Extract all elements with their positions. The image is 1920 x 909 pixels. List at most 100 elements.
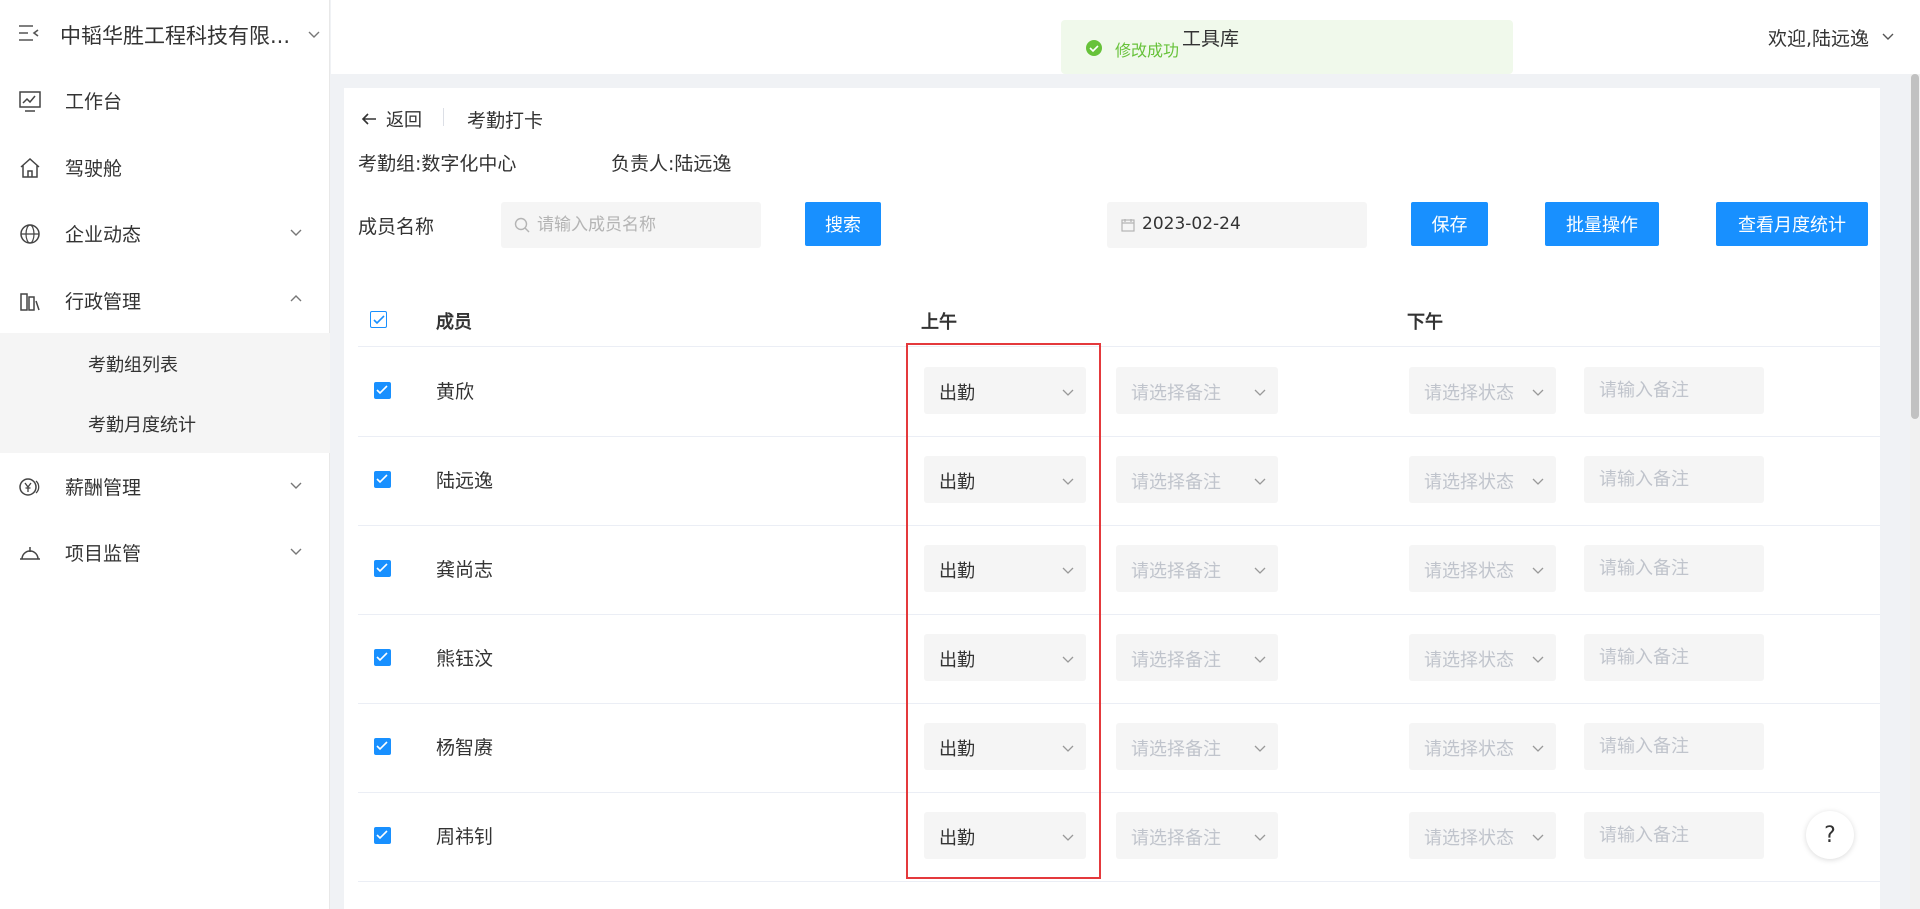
scrollbar-thumb[interactable] [1911,74,1919,419]
menu-fold-icon[interactable] [18,24,40,42]
column-header-pm: 下午 [1407,312,1443,333]
calendar-icon [1121,219,1135,232]
sidebar-subitem-attendance-groups[interactable]: 考勤组列表 [0,333,330,393]
row-checkbox[interactable] [374,649,391,666]
am-note-placeholder: 请选择备注 [1131,383,1221,404]
check-icon [376,474,388,484]
member-search-input[interactable] [537,202,757,248]
member-name: 陆远逸 [436,470,494,492]
pm-note-input[interactable] [1584,545,1764,592]
globe-icon [20,224,40,244]
am-status-select[interactable]: 出勤 [924,367,1086,414]
chevron-down-icon [1254,567,1266,574]
sidebar-item-label: 企业动态 [65,224,142,246]
pm-note-input[interactable] [1584,634,1764,681]
sidebar: 中韬华胜工程科技有限... 工作台 驾驶舱 企业动态 行政管理 考勤组列表 考勤… [0,0,330,909]
save-button[interactable]: 保存 [1411,202,1488,246]
am-status-select[interactable]: 出勤 [924,812,1086,859]
table-row: 陆远逸 出勤 请选择备注 请选择状态 [358,436,1880,525]
check-icon [376,741,388,751]
row-divider [358,881,1880,882]
row-checkbox[interactable] [374,738,391,755]
pm-note-input[interactable] [1584,456,1764,503]
chevron-down-icon [1254,656,1266,663]
am-note-select[interactable]: 请选择备注 [1116,545,1278,592]
tools-link[interactable]: 工具库 [1182,24,1239,51]
chevron-down-icon [1062,656,1074,663]
chevron-down-icon [1532,745,1544,752]
sidebar-item-label: 项目监管 [65,543,142,565]
sidebar-item-admin[interactable]: 行政管理 [0,267,330,333]
chevron-down-icon [290,548,302,555]
am-note-select[interactable]: 请选择备注 [1116,723,1278,770]
row-checkbox[interactable] [374,471,391,488]
member-name: 熊钰汶 [436,648,494,670]
table-row: 龚尚志 出勤 请选择备注 请选择状态 [358,525,1880,614]
am-status-select[interactable]: 出勤 [924,634,1086,681]
sidebar-item-salary[interactable]: 薪酬管理 [0,453,330,519]
chevron-down-icon [1532,656,1544,663]
date-picker[interactable]: 2023-02-24 [1107,202,1367,248]
back-link[interactable]: 返回 [360,106,422,132]
help-button[interactable]: ? [1806,811,1854,859]
am-note-select[interactable]: 请选择备注 [1116,634,1278,681]
company-name: 中韬华胜工程科技有限... [60,24,291,48]
check-icon [376,563,388,573]
sidebar-item-label: 薪酬管理 [65,477,142,499]
select-all-checkbox[interactable] [370,311,387,328]
sidebar-item-projects[interactable]: 项目监管 [0,519,330,585]
building-icon [20,293,40,311]
chevron-down-icon [1532,389,1544,396]
sidebar-subitem-label: 考勤组列表 [88,355,178,376]
table-row: 黄欣 出勤 请选择备注 请选择状态 [358,347,1880,436]
search-button[interactable]: 搜索 [805,202,881,246]
table-row: 周祎钊 出勤 请选择备注 请选择状态 [358,792,1880,881]
user-welcome[interactable]: 欢迎,陆远逸 [1768,24,1869,51]
sidebar-subitem-label: 考勤月度统计 [88,415,196,436]
pm-status-placeholder: 请选择状态 [1424,650,1514,671]
am-note-select[interactable]: 请选择备注 [1116,456,1278,503]
row-checkbox[interactable] [374,382,391,399]
pm-note-input[interactable] [1584,367,1764,414]
batch-operation-button[interactable]: 批量操作 [1545,202,1659,246]
chevron-down-icon [1254,745,1266,752]
pm-status-select[interactable]: 请选择状态 [1409,545,1556,592]
am-status-select[interactable]: 出勤 [924,723,1086,770]
chart-icon [19,91,41,112]
date-value: 2023-02-24 [1142,214,1241,234]
sidebar-item-news[interactable]: 企业动态 [0,200,330,266]
company-switcher[interactable]: 中韬华胜工程科技有限... [0,0,330,67]
am-status-select[interactable]: 出勤 [924,456,1086,503]
sidebar-item-workbench[interactable]: 工作台 [0,67,330,133]
sidebar-subitem-monthly-stats[interactable]: 考勤月度统计 [0,393,330,453]
pm-status-select[interactable]: 请选择状态 [1409,456,1556,503]
pm-note-input[interactable] [1584,812,1764,859]
am-note-select[interactable]: 请选择备注 [1116,367,1278,414]
member-name-label: 成员名称 [358,216,435,238]
sidebar-item-cockpit[interactable]: 驾驶舱 [0,134,330,200]
pm-status-select[interactable]: 请选择状态 [1409,723,1556,770]
pm-status-select[interactable]: 请选择状态 [1409,634,1556,681]
am-status-value: 出勤 [939,472,975,493]
pm-note-input[interactable] [1584,723,1764,770]
chevron-down-icon[interactable] [1882,30,1894,42]
chevron-down-icon [1532,478,1544,485]
am-note-select[interactable]: 请选择备注 [1116,812,1278,859]
pm-status-select[interactable]: 请选择状态 [1409,367,1556,414]
check-circle-icon [1086,40,1102,56]
member-search-field[interactable] [501,202,761,248]
am-status-select[interactable]: 出勤 [924,545,1086,592]
top-header: 修改成功 工具库 欢迎,陆远逸 [331,0,1920,74]
check-icon [376,830,388,840]
check-icon [376,385,388,395]
pm-status-select[interactable]: 请选择状态 [1409,812,1556,859]
row-checkbox[interactable] [374,560,391,577]
owner-info: 负责人:陆远逸 [611,153,732,175]
monthly-stats-button[interactable]: 查看月度统计 [1716,202,1868,246]
page-scrollbar[interactable] [1910,74,1920,909]
row-checkbox[interactable] [374,827,391,844]
arrow-left-icon [361,113,376,125]
member-name: 周祎钊 [436,826,494,848]
am-note-placeholder: 请选择备注 [1131,472,1221,493]
am-note-placeholder: 请选择备注 [1131,561,1221,582]
